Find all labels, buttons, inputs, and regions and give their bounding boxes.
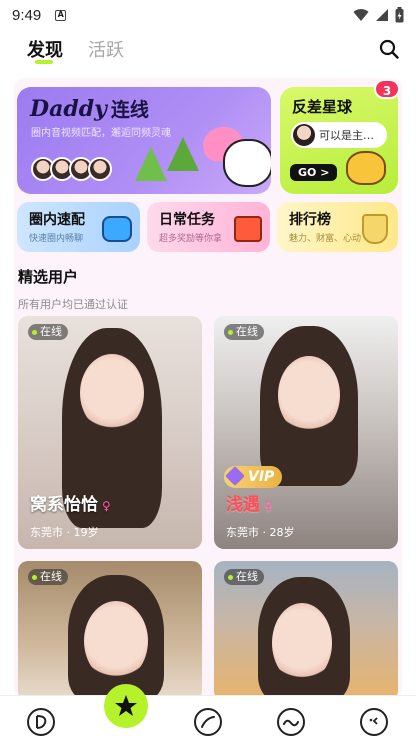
discover-tab-star-icon[interactable] (104, 684, 148, 728)
leaderboard-title: 排行榜 (289, 212, 331, 228)
wifi-icon (353, 9, 369, 21)
user-card[interactable]: 在线 (214, 561, 398, 701)
user-name-text: 浅遇 (226, 495, 260, 515)
photo-face (278, 356, 340, 434)
bottom-nav (0, 684, 416, 741)
online-status: 在线 (224, 324, 264, 340)
trend-tab-icon[interactable] (194, 708, 222, 736)
notification-badge: 3 (374, 79, 400, 99)
online-status: 在线 (28, 324, 68, 340)
daily-task-card[interactable]: 日常任务 超多奖励等你拿 (147, 202, 270, 252)
top-nav: 发现 活跃 (0, 32, 416, 72)
leaderboard-card[interactable]: 排行榜 魅力、财富、心动 (277, 202, 398, 252)
banner-avatars (31, 157, 112, 181)
leaderboard-sub: 魅力、财富、心动 (289, 234, 362, 244)
featured-title: 精选用户 (18, 268, 79, 286)
banner-title: Daddy 连线 (30, 95, 149, 122)
trophy-icon (362, 214, 388, 244)
star-icon (115, 695, 137, 716)
female-icon: ♀ (102, 499, 111, 513)
avatar (293, 124, 315, 146)
online-status: 在线 (224, 569, 264, 585)
planet-title: 反差星球 (292, 98, 353, 116)
robot-icon (102, 216, 132, 242)
online-dot (32, 574, 37, 580)
online-dot (228, 574, 233, 580)
signal-icon (376, 9, 388, 21)
online-status: 在线 (28, 569, 68, 585)
online-label: 在线 (40, 325, 62, 338)
avatar (88, 157, 112, 181)
photo-face (84, 601, 148, 681)
gift-icon (234, 216, 262, 242)
bubble-text: 可以是主… (319, 129, 374, 142)
user-name-text: 窝系怡恰 (30, 495, 98, 515)
user-card[interactable]: 在线 (18, 561, 202, 701)
app-a-icon: A (55, 9, 67, 21)
tab-active[interactable]: 活跃 (88, 36, 124, 62)
face-icon (369, 717, 378, 725)
puppy-mascot-icon (346, 151, 386, 185)
battery-icon (395, 7, 404, 23)
online-label: 在线 (40, 570, 62, 583)
d-letter-icon (36, 715, 47, 729)
female-icon: ♀ (264, 499, 273, 513)
trend-icon (201, 716, 215, 728)
user-info: 东莞市 · 19岁 (30, 526, 99, 539)
daily-task-title: 日常任务 (159, 212, 215, 228)
search-icon[interactable] (378, 38, 400, 60)
user-info: 东莞市 · 28岁 (226, 526, 295, 539)
message-tab-icon[interactable] (277, 708, 305, 736)
banner-title-daddy: Daddy (30, 96, 107, 122)
photo-face (80, 354, 144, 432)
online-dot (32, 329, 37, 335)
wave-icon (283, 719, 299, 727)
online-dot (228, 329, 233, 335)
status-icons (353, 7, 404, 23)
photo-face (272, 603, 332, 683)
user-name: 浅遇 ♀ (226, 490, 273, 515)
profile-tab-icon[interactable] (360, 708, 388, 736)
user-card[interactable]: 在线 窝系怡恰 ♀ 东莞市 · 19岁 (18, 316, 202, 549)
tree-decoration (167, 137, 199, 171)
planet-bubble: 可以是主… (291, 122, 387, 148)
online-label: 在线 (236, 570, 258, 583)
contrast-planet-card[interactable]: 反差星球 3 可以是主… GO > (280, 79, 400, 194)
quick-match-sub: 快速圈内畅聊 (29, 234, 84, 244)
quick-match-card[interactable]: 圈内速配 快速圈内畅聊 (17, 202, 140, 252)
banner-title-suffix: 连线 (110, 99, 149, 121)
online-label: 在线 (236, 325, 258, 338)
daddy-connect-banner[interactable]: Daddy 连线 圈内音视频匹配，邂逅同频灵魂 (17, 87, 271, 194)
status-bar: 9:49 A (0, 0, 416, 30)
tab-discover[interactable]: 发现 (27, 36, 63, 62)
banner-subtitle: 圈内音视频匹配，邂逅同频灵魂 (31, 128, 171, 139)
quick-match-title: 圈内速配 (29, 212, 85, 228)
status-time: 9:49 (12, 6, 42, 24)
user-card[interactable]: 在线 VIP 浅遇 ♀ 东莞市 · 28岁 (214, 316, 398, 549)
user-name: 窝系怡恰 ♀ (30, 490, 111, 515)
daily-task-sub: 超多奖励等你拿 (159, 234, 223, 244)
daddy-tab-icon[interactable] (27, 708, 55, 736)
featured-subtitle: 所有用户均已通过认证 (18, 298, 128, 311)
go-button[interactable]: GO > (290, 164, 338, 181)
tree-decoration (135, 147, 167, 181)
vip-badge: VIP (224, 466, 283, 488)
dog-mascot-icon (223, 139, 271, 187)
tab-indicator (35, 60, 53, 64)
